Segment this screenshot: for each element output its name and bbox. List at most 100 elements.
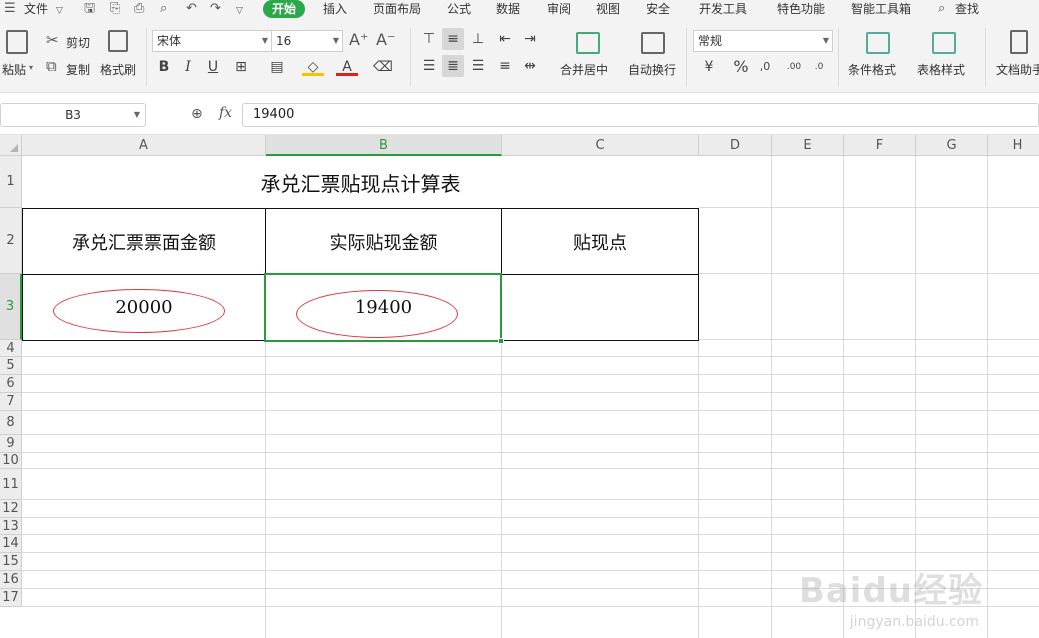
- format-painter-icon[interactable]: [108, 30, 128, 52]
- row-header-15[interactable]: 15: [0, 553, 22, 571]
- print-icon[interactable]: ⎙: [134, 2, 144, 16]
- table-value-cell[interactable]: [501, 274, 699, 341]
- row-header-13[interactable]: 13: [0, 518, 22, 535]
- row-header-6[interactable]: 6: [0, 375, 22, 393]
- currency-icon[interactable]: ¥: [698, 56, 720, 78]
- conditional-format-icon[interactable]: [866, 32, 890, 54]
- fill-handle[interactable]: [498, 338, 504, 344]
- tab-home[interactable]: 开始: [263, 0, 306, 18]
- menu-file[interactable]: 文件: [24, 1, 48, 17]
- increase-decimal-icon[interactable]: .00: [783, 56, 805, 78]
- export-pdf-icon[interactable]: ⎘: [110, 2, 120, 16]
- fx-icon[interactable]: fx: [219, 105, 232, 121]
- align-top-icon[interactable]: ⊤: [418, 28, 440, 50]
- select-all-corner[interactable]: [0, 135, 22, 156]
- zoom-icon[interactable]: ⊕: [191, 106, 203, 122]
- tab-review[interactable]: 审阅: [547, 1, 571, 17]
- align-middle-icon[interactable]: ≡: [442, 28, 464, 50]
- save-icon[interactable]: 🖫: [84, 2, 95, 16]
- redo-icon[interactable]: ↷: [210, 2, 221, 16]
- formula-input[interactable]: 19400: [242, 103, 1039, 127]
- borders-icon[interactable]: ⊞: [230, 56, 252, 78]
- row-header-1[interactable]: 1: [0, 156, 22, 208]
- paste-icon[interactable]: [6, 30, 28, 54]
- row-header-3[interactable]: 3: [0, 274, 22, 340]
- font-shrink-icon[interactable]: A⁻: [376, 32, 395, 48]
- row-header-2[interactable]: 2: [0, 208, 22, 274]
- format-painter-button[interactable]: 格式刷: [100, 61, 136, 78]
- scissors-icon[interactable]: ✂: [46, 32, 59, 48]
- align-bottom-icon[interactable]: ⊥: [467, 28, 489, 50]
- cut-button[interactable]: 剪切: [66, 34, 90, 51]
- tab-developer[interactable]: 开发工具: [699, 1, 747, 17]
- paste-dropdown-icon[interactable]: ▾: [29, 63, 33, 72]
- column-header-h[interactable]: H: [988, 135, 1039, 156]
- font-size-select[interactable]: 16 ▼: [271, 30, 343, 52]
- row-header-4[interactable]: 4: [0, 340, 22, 357]
- increase-indent-icon[interactable]: ⇥: [519, 28, 541, 50]
- font-name-select[interactable]: 宋体 ▼: [152, 30, 272, 52]
- row-header-16[interactable]: 16: [0, 571, 22, 589]
- row-header-11[interactable]: 11: [0, 469, 22, 500]
- tab-data[interactable]: 数据: [496, 1, 520, 17]
- search-icon[interactable]: ⌕: [938, 2, 945, 16]
- merge-center-icon[interactable]: [576, 32, 600, 54]
- row-header-10[interactable]: 10: [0, 453, 22, 469]
- column-header-b[interactable]: B: [266, 135, 502, 156]
- chevron-down-icon[interactable]: ▽: [56, 4, 63, 18]
- align-right-icon[interactable]: ☰: [467, 55, 489, 77]
- copy-icon[interactable]: ⧉: [46, 58, 57, 74]
- percent-button[interactable]: %: [730, 56, 752, 78]
- table-header-cell[interactable]: 贴现点: [501, 208, 699, 275]
- tab-formulas[interactable]: 公式: [447, 1, 471, 17]
- table-header-cell[interactable]: 实际贴现金额: [265, 208, 502, 275]
- distributed-icon[interactable]: ⇹: [519, 55, 541, 77]
- number-format-select[interactable]: 常规 ▼: [693, 30, 833, 52]
- column-header-g[interactable]: G: [916, 135, 988, 156]
- align-left-icon[interactable]: ☰: [418, 55, 440, 77]
- doc-assistant-icon[interactable]: [1010, 30, 1028, 54]
- row-header-5[interactable]: 5: [0, 357, 22, 375]
- paste-button[interactable]: 粘贴: [2, 61, 26, 78]
- bold-button[interactable]: B: [153, 56, 175, 78]
- font-grow-icon[interactable]: A⁺: [349, 32, 368, 48]
- sheet-title-cell[interactable]: 承兑汇票贴现点计算表: [22, 156, 699, 208]
- row-header-9[interactable]: 9: [0, 435, 22, 453]
- tab-page-layout[interactable]: 页面布局: [373, 1, 421, 17]
- wrap-text-icon[interactable]: [641, 32, 665, 54]
- wrap-text-button[interactable]: 自动换行: [628, 61, 676, 78]
- tab-view[interactable]: 视图: [596, 1, 620, 17]
- hamburger-icon[interactable]: ☰: [4, 2, 16, 16]
- row-header-14[interactable]: 14: [0, 535, 22, 553]
- cell-style-icon[interactable]: ▤: [266, 56, 288, 78]
- undo-icon[interactable]: ↶: [186, 2, 197, 16]
- table-header-cell[interactable]: 承兑汇票票面金额: [22, 208, 266, 275]
- fill-color-icon[interactable]: ◇: [302, 56, 324, 76]
- decrease-indent-icon[interactable]: ⇤: [494, 28, 516, 50]
- row-header-17[interactable]: 17: [0, 589, 22, 607]
- column-header-a[interactable]: A: [22, 135, 266, 156]
- tab-insert[interactable]: 插入: [323, 1, 347, 17]
- print-preview-icon[interactable]: ⌕: [160, 2, 167, 16]
- row-header-12[interactable]: 12: [0, 500, 22, 518]
- column-header-c[interactable]: C: [502, 135, 699, 156]
- table-value-cell[interactable]: 19400: [265, 274, 502, 341]
- table-style-button[interactable]: 表格样式: [917, 61, 965, 78]
- copy-button[interactable]: 复制: [66, 61, 90, 78]
- row-header-7[interactable]: 7: [0, 393, 22, 411]
- table-value-cell[interactable]: 20000: [22, 274, 266, 341]
- name-box[interactable]: B3 ▼: [0, 103, 146, 127]
- tab-special-features[interactable]: 特色功能: [777, 1, 825, 17]
- align-center-icon[interactable]: ≣: [442, 55, 464, 77]
- table-style-icon[interactable]: [932, 32, 956, 54]
- thousands-separator-icon[interactable]: ,0: [754, 56, 776, 78]
- column-header-e[interactable]: E: [772, 135, 844, 156]
- customize-toolbar-icon[interactable]: ▽: [236, 4, 243, 18]
- merge-center-button[interactable]: 合并居中: [560, 61, 608, 78]
- column-header-f[interactable]: F: [844, 135, 916, 156]
- column-header-d[interactable]: D: [699, 135, 772, 156]
- eraser-icon[interactable]: ⌫: [372, 56, 394, 78]
- decrease-decimal-icon[interactable]: .0: [808, 56, 830, 78]
- italic-button[interactable]: I: [177, 56, 199, 78]
- conditional-format-button[interactable]: 条件格式: [848, 61, 896, 78]
